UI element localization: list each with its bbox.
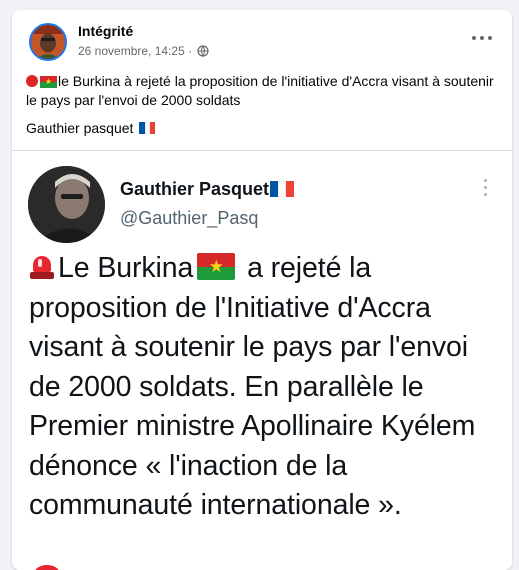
signature-text: Gauthier pasquet	[26, 120, 134, 136]
avatar-image	[31, 25, 65, 59]
meta-separator: ·	[188, 44, 193, 58]
post-author-name[interactable]: Intégrité	[78, 23, 133, 39]
post-timestamp[interactable]: 26 novembre, 14:25	[78, 44, 185, 58]
globe-icon	[197, 45, 210, 60]
tweet-display-name: Gauthier Pasquet	[120, 179, 295, 200]
post-meta: 26 novembre, 14:25 ·	[78, 44, 210, 60]
more-options-button[interactable]	[470, 28, 494, 48]
france-flag-icon	[270, 181, 295, 197]
post-text: le Burkina à rejeté la proposition de l'…	[26, 73, 494, 108]
france-flag-icon	[139, 122, 156, 134]
burkina-faso-flag-icon: ★	[197, 253, 236, 280]
tweet-text-start: Le Burkina	[58, 252, 194, 284]
red-circle-icon	[26, 75, 38, 87]
tweet-text: Le Burkina ★ a rejeté la proposition de l…	[29, 249, 504, 526]
post-signature: Gauthier pasquet	[26, 120, 156, 136]
post-card: Intégrité 26 novembre, 14:25 · ★ le Burki…	[12, 10, 512, 570]
burkina-faso-flag-icon: ★	[40, 76, 57, 88]
cutoff-emoji-icon	[34, 565, 60, 570]
tweet-text-rest: a rejeté la proposition de l'Initiative …	[29, 252, 476, 521]
more-horizontal-icon	[472, 36, 476, 40]
tweet-more-icon	[482, 177, 490, 199]
tweet-screenshot[interactable]: Gauthier Pasquet @Gauthier_Pasq Le Burki…	[12, 151, 512, 570]
tweet-handle: @Gauthier_Pasq	[120, 208, 259, 228]
rotating-light-icon	[29, 253, 55, 280]
author-avatar[interactable]	[29, 23, 67, 61]
post-body: ★ le Burkina à rejeté la proposition de l…	[26, 72, 494, 110]
tweet-author-avatar	[28, 166, 105, 243]
tweet-display-name-text: Gauthier Pasquet	[120, 179, 270, 199]
